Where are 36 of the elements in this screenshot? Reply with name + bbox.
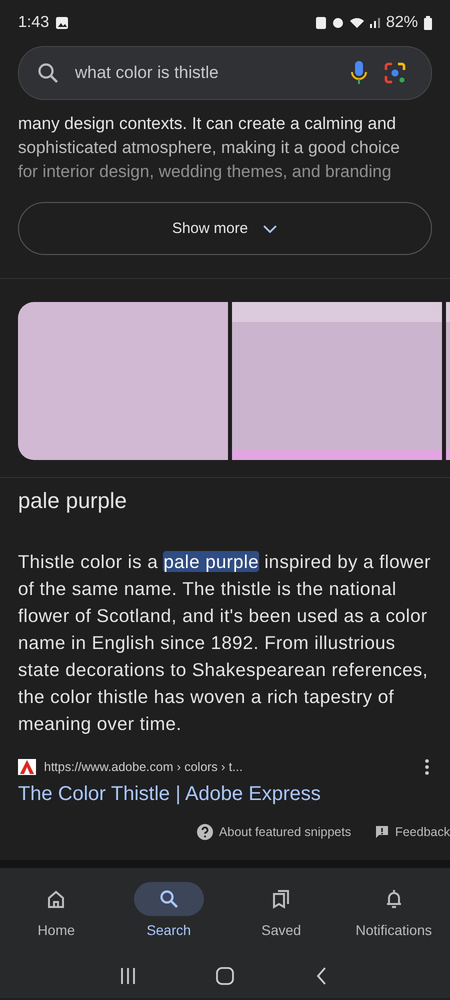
result-link[interactable]: The Color Thistle | Adobe Express bbox=[0, 775, 450, 806]
feedback-icon bbox=[375, 825, 390, 839]
snippet-text: sophisticated atmosphere, making it a good choice bbox=[18, 137, 401, 159]
nav-label: Search bbox=[146, 922, 191, 938]
battery-icon bbox=[424, 16, 432, 30]
help-icon bbox=[197, 824, 214, 840]
source-url[interactable]: https://www.adobe.com › colors › t... bbox=[44, 760, 243, 774]
battery-percent: 82% bbox=[386, 14, 418, 32]
about-snippets-link[interactable]: About featured snippets bbox=[219, 825, 352, 839]
image-icon bbox=[55, 16, 70, 30]
wifi-icon bbox=[350, 18, 364, 28]
logo-icon bbox=[18, 759, 36, 775]
search-bar[interactable]: what color is thistle bbox=[18, 46, 432, 100]
search-icon bbox=[158, 889, 179, 909]
status-time: 1:43 bbox=[18, 14, 50, 32]
search-query: what color is thistle bbox=[75, 63, 220, 83]
signal-icon bbox=[370, 18, 380, 28]
snippet-text: for interior design, wedding themes, and branding bbox=[18, 161, 392, 183]
feedback-link[interactable]: Feedback bbox=[395, 825, 450, 839]
recent-apps-icon[interactable] bbox=[119, 967, 138, 985]
home-button-icon[interactable] bbox=[216, 967, 234, 985]
bookmarks-icon bbox=[271, 889, 292, 909]
answer-paragraph: Thistle color is a pale purple inspired by a flower of the same name. The thistle is the national flower of Scotland, and it's been used as a color name in English since 1892. From illustrious state decorations to Shakespearean references, the color thistle has woven a rich tapestry of meaning over time. bbox=[18, 550, 432, 736]
search-icon bbox=[37, 62, 59, 84]
show-more-button[interactable]: Show more bbox=[18, 202, 432, 255]
nav-label: Saved bbox=[261, 922, 302, 938]
nav-tab[interactable] bbox=[134, 882, 204, 916]
nav-label: Notifications bbox=[356, 922, 432, 938]
more-options-icon[interactable] bbox=[424, 759, 430, 775]
microphone-icon[interactable] bbox=[351, 60, 367, 86]
nav-label: Home bbox=[38, 922, 75, 938]
answer-title: pale purple bbox=[17, 487, 128, 515]
camera-lens-icon[interactable] bbox=[383, 61, 407, 85]
snippet-text: many design contexts. It can create a calming and bbox=[18, 113, 397, 135]
chevron-down-icon bbox=[262, 224, 278, 234]
home-icon bbox=[46, 889, 66, 909]
